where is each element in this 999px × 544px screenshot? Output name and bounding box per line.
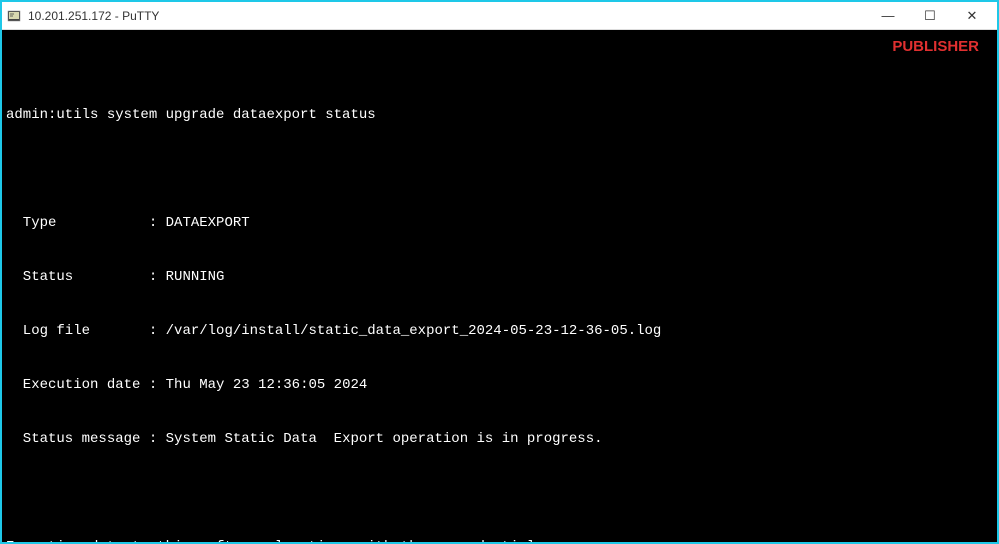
field-status: Status : RUNNING — [6, 268, 993, 286]
field-execdate: Execution date : Thu May 23 12:36:05 202… — [6, 376, 993, 394]
export-header: Exporting data to this software location… — [6, 538, 993, 542]
maximize-button[interactable]: ☐ — [909, 3, 951, 29]
putty-window: 10.201.251.172 - PuTTY — ☐ ✕ PUBLISHER a… — [0, 0, 999, 544]
field-type: Type : DATAEXPORT — [6, 214, 993, 232]
terminal-area[interactable]: PUBLISHER admin:utils system upgrade dat… — [2, 30, 997, 542]
field-statusmsg: Status message : System Static Data Expo… — [6, 430, 993, 448]
window-title: 10.201.251.172 - PuTTY — [28, 9, 867, 23]
close-button[interactable]: ✕ — [951, 3, 993, 29]
app-icon — [6, 8, 22, 24]
field-logfile: Log file : /var/log/install/static_data_… — [6, 322, 993, 340]
command-text: admin:utils system upgrade dataexport st… — [6, 107, 376, 123]
titlebar[interactable]: 10.201.251.172 - PuTTY — ☐ ✕ — [2, 2, 997, 30]
minimize-button[interactable]: — — [867, 3, 909, 29]
window-controls: — ☐ ✕ — [867, 3, 993, 29]
publisher-label: PUBLISHER — [892, 38, 979, 56]
prompt-line-1: admin:utils system upgrade dataexport st… — [6, 106, 993, 124]
